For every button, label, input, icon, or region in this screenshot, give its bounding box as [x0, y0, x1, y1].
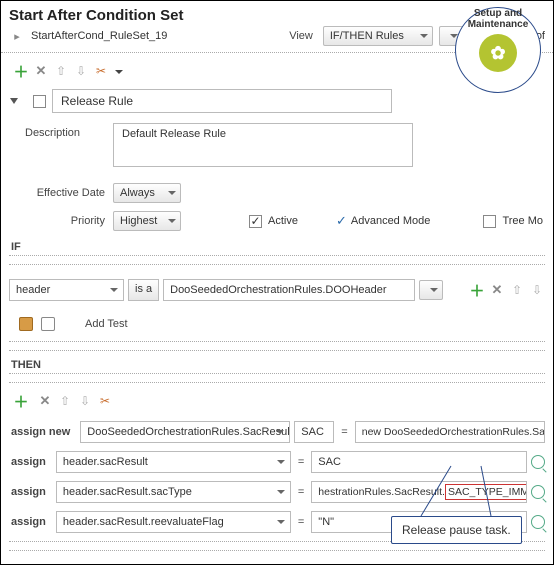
assign-lhs-text: DooSeededOrchestrationRules.SacResult	[87, 426, 290, 438]
then-toolbar: ＋ ✕ ⇧ ⇩ ✂	[1, 385, 553, 417]
priority-value: Highest	[120, 215, 157, 227]
assign-lhs[interactable]: header.sacResult	[56, 451, 291, 473]
assign-mid-text: SAC	[301, 426, 324, 438]
up-icon[interactable]: ⇧	[53, 63, 69, 79]
search-icon[interactable]	[531, 515, 545, 529]
view-label: View	[289, 30, 313, 42]
equals: =	[295, 456, 307, 468]
search-icon[interactable]	[531, 485, 545, 499]
effdate-label: Effective Date	[25, 187, 105, 199]
rule-name-text: Release Rule	[61, 94, 133, 108]
cond-up-icon[interactable]: ⇧	[509, 282, 525, 298]
expand-icon[interactable]: ▸	[9, 28, 25, 44]
cut-icon[interactable]: ✂	[93, 63, 109, 79]
then-up-icon[interactable]: ⇧	[57, 393, 73, 409]
assign-rhs-text: SAC	[318, 456, 341, 468]
assign-mid[interactable]: SAC	[294, 421, 334, 443]
condition-lhs[interactable]: header	[9, 279, 124, 301]
rule-checkbox[interactable]	[33, 95, 46, 108]
cond-del-icon[interactable]: ✕	[489, 282, 505, 298]
active-label: Active	[268, 215, 298, 227]
priority-dropdown[interactable]: Highest	[113, 211, 181, 231]
assign-lhs-text: header.sacResult	[63, 456, 148, 468]
assign-row-2: assign header.sacResult.sacType = hestra…	[1, 477, 553, 507]
toolbar-caret[interactable]	[113, 65, 123, 77]
search-icon[interactable]	[531, 455, 545, 469]
add-icon[interactable]: ＋	[13, 63, 29, 79]
assign-rhs[interactable]: new DooSeededOrchestrationRules.SacResul…	[355, 421, 545, 443]
assign-row-0: assign new DooSeededOrchestrationRules.S…	[1, 417, 553, 447]
assign-action: assign	[9, 516, 48, 528]
description-text: Default Release Rule	[122, 128, 226, 140]
condition-op[interactable]: is a	[128, 279, 159, 301]
assign-row-1: assign header.sacResult = SAC	[1, 447, 553, 477]
delete-icon[interactable]: ✕	[33, 63, 49, 79]
condition-rhs[interactable]: DooSeededOrchestrationRules.DOOHeader	[163, 279, 415, 301]
ruleset-name: StartAfterCond_RuleSet_19	[31, 30, 167, 42]
add-test-label[interactable]: Add Test	[85, 318, 128, 330]
rule-name-input[interactable]: Release Rule	[52, 89, 392, 113]
assign-lhs[interactable]: DooSeededOrchestrationRules.SacResult	[80, 421, 290, 443]
badge-line2: Maintenance	[468, 19, 529, 30]
assign-rhs-text: "N"	[318, 516, 334, 528]
leaf-icon[interactable]	[41, 317, 55, 331]
badge-line1: Setup and	[474, 8, 522, 19]
assign-rhs[interactable]: SAC	[311, 451, 527, 473]
then-down-icon[interactable]: ⇩	[77, 393, 93, 409]
cond-add-icon[interactable]: ＋	[469, 282, 485, 298]
assign-lhs[interactable]: header.sacResult.reevaluateFlag	[56, 511, 291, 533]
tree-label: Tree Mo	[502, 215, 543, 227]
priority-label: Priority	[25, 215, 105, 227]
then-cut-icon[interactable]: ✂	[97, 393, 113, 409]
assign-action: assign new	[9, 426, 72, 438]
description-label: Description	[25, 123, 105, 167]
condition-rhs-text: DooSeededOrchestrationRules.DOOHeader	[170, 284, 386, 296]
sac-type-highlight: SAC_TYPE_IMMEDIATE	[445, 484, 527, 500]
view-value: IF/THEN Rules	[330, 30, 404, 42]
tree-checkbox[interactable]	[483, 215, 496, 228]
advanced-check-icon[interactable]	[336, 213, 347, 229]
condition-op-text: is a	[135, 283, 152, 295]
gear-icon: ✿	[479, 34, 517, 72]
callout-text: Release pause task.	[402, 523, 511, 537]
assign-lhs-text: header.sacResult.reevaluateFlag	[63, 516, 224, 528]
assign-action: assign	[9, 456, 48, 468]
effdate-value: Always	[120, 187, 155, 199]
callout-box: Release pause task.	[391, 516, 522, 544]
cond-down-icon[interactable]: ⇩	[529, 282, 545, 298]
effdate-dropdown[interactable]: Always	[113, 183, 181, 203]
assign-lhs-text: header.sacResult.sacType	[63, 486, 192, 498]
view-dropdown[interactable]: IF/THEN Rules	[323, 26, 433, 46]
condition-lhs-text: header	[16, 284, 50, 296]
assign-lhs[interactable]: header.sacResult.sacType	[56, 481, 291, 503]
equals: =	[295, 486, 307, 498]
assign-rhs-text: new DooSeededOrchestrationRules.SacResul…	[362, 426, 545, 438]
collapse-icon[interactable]	[10, 98, 18, 104]
then-del-icon[interactable]: ✕	[37, 393, 53, 409]
active-checkbox[interactable]	[249, 215, 262, 228]
assign-action: assign	[9, 486, 48, 498]
setup-maintenance-badge[interactable]: Setup and Maintenance ✿	[455, 7, 541, 93]
description-input[interactable]: Default Release Rule	[113, 123, 413, 167]
equals: =	[295, 516, 307, 528]
cube-icon[interactable]	[19, 317, 33, 331]
if-label: IF	[1, 235, 553, 253]
assign-rhs-prefix: hestrationRules.SacResult.	[318, 486, 445, 498]
then-label: THEN	[1, 353, 553, 371]
down-icon[interactable]: ⇩	[73, 63, 89, 79]
advanced-label: Advanced Mode	[351, 215, 431, 227]
then-add-icon[interactable]: ＋	[13, 393, 29, 409]
equals: =	[338, 426, 350, 438]
assign-rhs[interactable]: hestrationRules.SacResult.SAC_TYPE_IMMED…	[311, 481, 527, 503]
condition-rhs-dd[interactable]	[419, 280, 443, 300]
